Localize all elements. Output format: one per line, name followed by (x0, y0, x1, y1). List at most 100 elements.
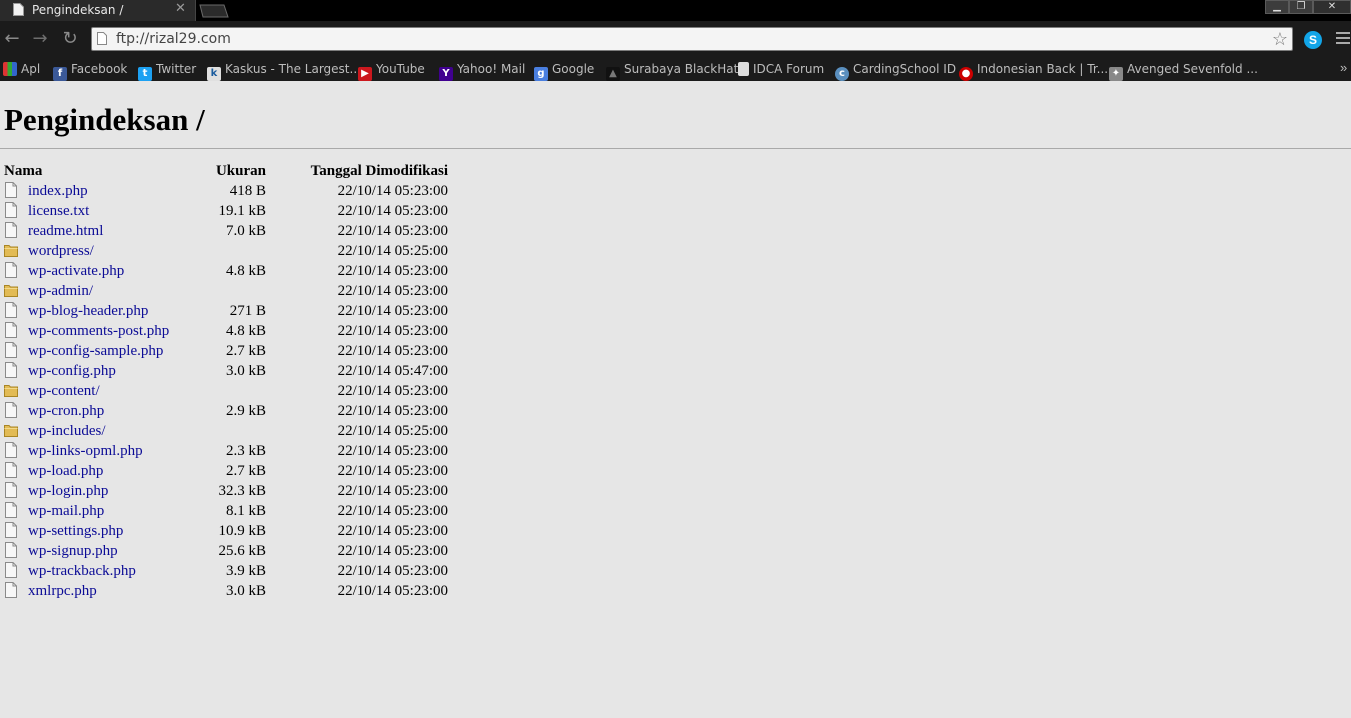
cell-name: wordpress/ (4, 241, 182, 261)
cell-name: wp-admin/ (4, 281, 182, 301)
entry-link[interactable]: wp-signup.php (28, 543, 118, 559)
entry-link[interactable]: license.txt (28, 203, 89, 219)
folder-icon (4, 245, 18, 257)
cell-name: wp-config.php (4, 361, 182, 381)
table-row: wp-login.php 32.3 kB 22/10/14 05:23:00 (4, 481, 448, 501)
bookmark-google[interactable]: g Google (534, 59, 594, 81)
bookmark-twitter[interactable]: t Twitter (138, 59, 196, 81)
cell-name: index.php (4, 181, 182, 201)
apps-grid-icon (3, 62, 17, 76)
table-row: wp-signup.php 25.6 kB 22/10/14 05:23:00 (4, 541, 448, 561)
file-icon (5, 342, 17, 358)
header-date[interactable]: Tanggal Dimodifikasi (266, 161, 448, 181)
file-icon (5, 302, 17, 318)
cell-size: 4.8 kB (225, 322, 266, 339)
entry-link[interactable]: wp-config.php (28, 363, 116, 379)
entry-link[interactable]: wp-links-opml.php (28, 443, 143, 459)
bookmark-idca-forum[interactable]: IDCA Forum (738, 59, 824, 79)
blackhat-icon: ▲ (606, 67, 620, 81)
cell-size: 2.3 kB (225, 442, 266, 459)
table-row: xmlrpc.php 3.0 kB 22/10/14 05:23:00 (4, 581, 448, 601)
entry-link[interactable]: wp-load.php (28, 463, 103, 479)
kaskus-icon: k (207, 67, 221, 81)
entry-link[interactable]: wp-admin/ (28, 283, 93, 299)
facebook-icon: f (53, 67, 67, 81)
entry-link[interactable]: index.php (28, 183, 88, 199)
table-row: index.php 418 B 22/10/14 05:23:00 (4, 181, 448, 201)
entry-link[interactable]: wp-content/ (28, 383, 100, 399)
file-icon (5, 482, 17, 498)
bookmark-apps[interactable]: Apl (3, 59, 40, 79)
table-row: wp-settings.php 10.9 kB 22/10/14 05:23:00 (4, 521, 448, 541)
page-icon (738, 62, 749, 76)
bookmark-indonesian-back[interactable]: ● Indonesian Back | Tr... (959, 59, 1108, 81)
header-name[interactable]: Nama (4, 161, 182, 181)
cell-size: 3.0 kB (225, 362, 266, 379)
yahoo-icon: Y (439, 67, 453, 81)
entry-link[interactable]: readme.html (28, 223, 103, 239)
entry-link[interactable]: wp-cron.php (28, 403, 104, 419)
table-header-row: Nama Ukuran Tanggal Dimodifikasi (4, 161, 448, 181)
bookmark-star-icon[interactable]: ☆ (1272, 29, 1288, 49)
maximize-button[interactable]: ❐ (1289, 0, 1313, 14)
entry-link[interactable]: wp-trackback.php (28, 563, 136, 579)
entry-link[interactable]: wordpress/ (28, 243, 94, 259)
menu-icon[interactable] (1336, 32, 1350, 46)
file-icon (5, 462, 17, 478)
entry-link[interactable]: wp-mail.php (28, 503, 104, 519)
url-text[interactable]: ftp://rizal29.com (116, 31, 231, 47)
file-icon (5, 402, 17, 418)
forward-button[interactable]: → (30, 29, 50, 49)
divider (0, 148, 1351, 149)
file-icon (5, 182, 17, 198)
youtube-icon: ▶ (358, 67, 372, 81)
tab-close-icon[interactable]: ✕ (175, 1, 186, 16)
new-tab-button[interactable] (199, 4, 229, 18)
table-row: wp-includes/22/10/14 05:25:00 (4, 421, 448, 441)
bookmark-surabaya-blackhat[interactable]: ▲ Surabaya BlackHat (606, 59, 738, 81)
bookmarks-overflow-button[interactable]: » (1340, 60, 1347, 75)
cell-name: wp-signup.php (4, 541, 182, 561)
tab-strip: Pengindeksan / ✕ ▁ ❐ ✕ (0, 0, 1351, 21)
cell-name: readme.html (4, 221, 182, 241)
entry-link[interactable]: xmlrpc.php (28, 583, 97, 599)
cell-date: 22/10/14 05:23:00 (337, 482, 448, 499)
file-icon (5, 202, 17, 218)
entry-link[interactable]: wp-settings.php (28, 523, 123, 539)
entry-link[interactable]: wp-login.php (28, 483, 108, 499)
entry-link[interactable]: wp-includes/ (28, 423, 105, 439)
cell-size: 3.0 kB (225, 582, 266, 599)
minimize-button[interactable]: ▁ (1265, 0, 1289, 14)
table-row: wp-content/22/10/14 05:23:00 (4, 381, 448, 401)
bookmark-youtube[interactable]: ▶ YouTube (358, 59, 425, 81)
bookmark-facebook[interactable]: f Facebook (53, 59, 127, 81)
bookmark-yahoo-mail[interactable]: Y Yahoo! Mail (439, 59, 525, 81)
bookmark-cardingschool[interactable]: c CardingSchool ID (835, 59, 956, 81)
back-button[interactable]: ← (2, 29, 22, 49)
entry-link[interactable]: wp-config-sample.php (28, 343, 163, 359)
cell-size: 4.8 kB (225, 262, 266, 279)
header-size[interactable]: Ukuran (182, 161, 266, 181)
cell-size: 2.7 kB (225, 462, 266, 479)
close-window-button[interactable]: ✕ (1313, 0, 1351, 14)
file-icon (5, 562, 17, 578)
bookmark-kaskus[interactable]: k Kaskus - The Largest... (207, 59, 361, 81)
page-title: Pengindeksan / (4, 102, 205, 137)
cell-name: xmlrpc.php (4, 581, 182, 601)
reload-button[interactable]: ↻ (60, 29, 80, 49)
cell-size: 25.6 kB (218, 542, 266, 559)
entry-link[interactable]: wp-comments-post.php (28, 323, 169, 339)
entry-link[interactable]: wp-activate.php (28, 263, 124, 279)
cell-size: 3.9 kB (225, 562, 266, 579)
cell-size: 418 B (229, 182, 266, 199)
bookmark-avenged-sevenfold[interactable]: ✦ Avenged Sevenfold ... (1109, 59, 1258, 81)
address-bar[interactable]: ftp://rizal29.com ☆ (91, 27, 1293, 51)
toolbar: ← → ↻ ftp://rizal29.com ☆ S (0, 21, 1351, 58)
file-icon (5, 582, 17, 598)
tab-active[interactable]: Pengindeksan / ✕ (0, 0, 196, 21)
entry-link[interactable]: wp-blog-header.php (28, 303, 148, 319)
table-row: wp-comments-post.php 4.8 kB 22/10/14 05:23… (4, 321, 448, 341)
cell-name: wp-cron.php (4, 401, 182, 421)
twitter-icon: t (138, 67, 152, 81)
skype-extension-icon[interactable]: S (1304, 31, 1322, 49)
